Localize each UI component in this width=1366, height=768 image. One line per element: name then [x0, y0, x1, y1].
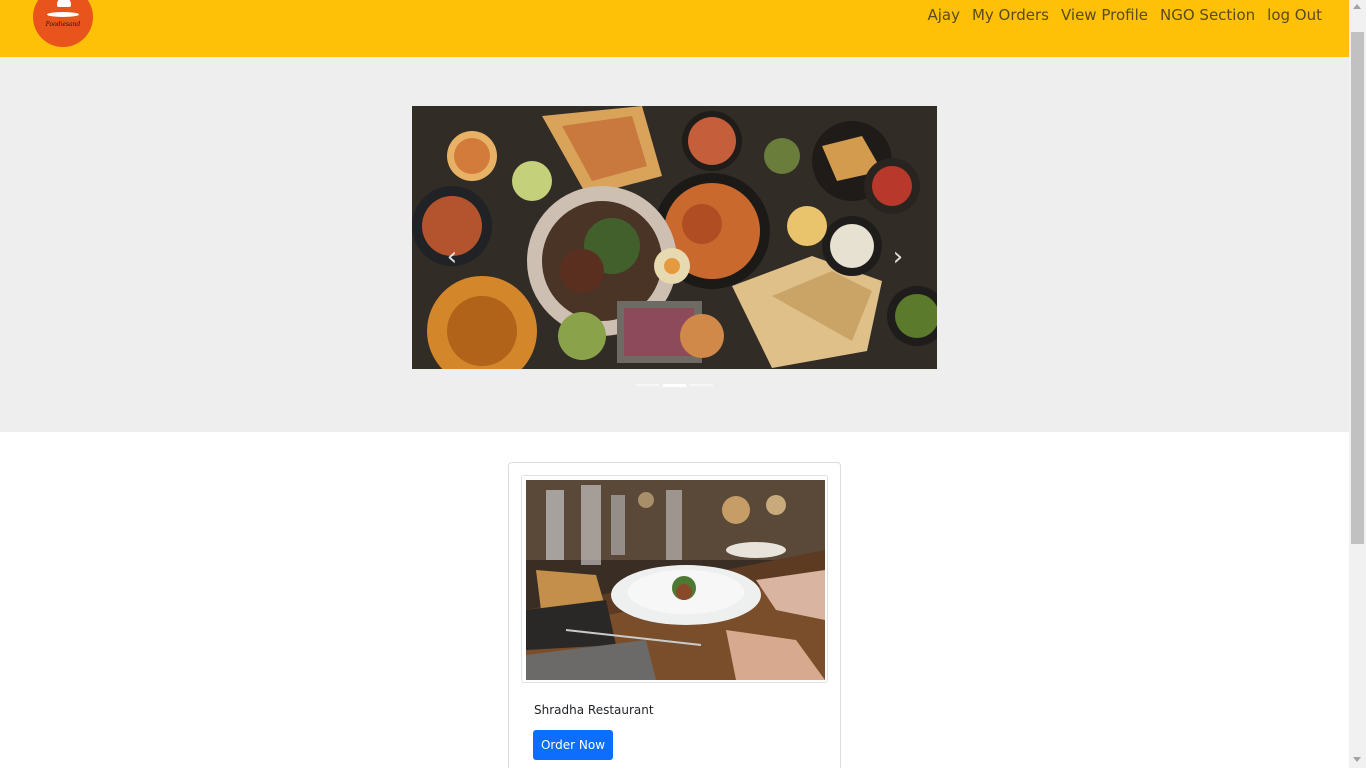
carousel-food-image [412, 106, 937, 369]
scroll-up-arrow-icon[interactable] [1353, 4, 1361, 9]
carousel-indicator-2[interactable] [663, 384, 686, 387]
scrollbar-thumb[interactable] [1351, 32, 1364, 544]
restaurant-image-frame [521, 475, 828, 683]
scroll-down-arrow-icon[interactable] [1353, 757, 1361, 762]
nav-link-log-out[interactable]: log Out [1267, 5, 1322, 25]
carousel-indicator-1[interactable] [636, 384, 659, 386]
nav-links: Ajay My Orders View Profile NGO Section … [927, 5, 1322, 25]
restaurant-photo [526, 480, 825, 680]
order-now-button[interactable]: Order Now [533, 730, 613, 760]
chevron-left-icon[interactable]: ‹ [442, 242, 462, 272]
nav-link-ngo-section[interactable]: NGO Section [1160, 5, 1255, 25]
top-navbar: Foodiesand Ajay My Orders View Profile N… [0, 0, 1349, 57]
nav-link-view-profile[interactable]: View Profile [1061, 5, 1148, 25]
logo-text: Foodiesand [45, 21, 81, 28]
carousel-indicators [636, 384, 713, 387]
chevron-right-icon[interactable]: › [888, 242, 908, 272]
plate-icon [47, 12, 79, 17]
nav-link-user[interactable]: Ajay [927, 5, 960, 25]
foodiesand-logo[interactable]: Foodiesand [33, 0, 93, 47]
restaurant-card: Shradha Restaurant Order Now [508, 462, 841, 768]
carousel-indicator-3[interactable] [690, 384, 713, 386]
hero-section: ‹ › [0, 57, 1349, 432]
nav-link-my-orders[interactable]: My Orders [972, 5, 1049, 25]
restaurant-image [526, 480, 825, 680]
vertical-scrollbar[interactable] [1349, 0, 1366, 768]
restaurant-name: Shradha Restaurant [534, 703, 654, 717]
food-carousel: ‹ › [412, 106, 937, 369]
chef-hat-icon [57, 0, 71, 7]
